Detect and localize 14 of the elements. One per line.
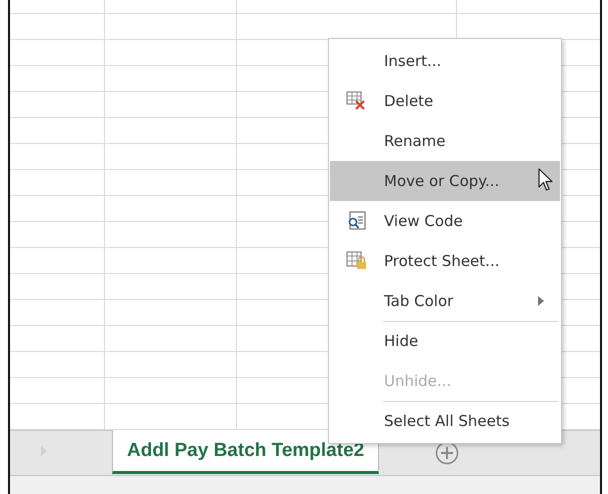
menu-item[interactable]: Move or Copy... xyxy=(330,161,560,201)
menu-item[interactable]: Protect Sheet... xyxy=(330,241,560,281)
sheet-tab[interactable]: Addl Pay Batch Template2 xyxy=(112,430,380,474)
protect-sheet-icon xyxy=(346,251,368,271)
mouse-pointer-icon xyxy=(538,168,554,192)
menu-item[interactable]: View Code xyxy=(330,201,560,241)
add-sheet-icon[interactable] xyxy=(435,441,460,465)
submenu-arrow-icon xyxy=(538,296,544,306)
menu-item[interactable]: Delete xyxy=(330,81,560,121)
view-code-icon xyxy=(347,211,367,231)
menu-item[interactable]: Tab Color xyxy=(330,281,560,321)
menu-item[interactable]: Rename xyxy=(330,121,560,161)
menu-item[interactable]: Insert... xyxy=(330,41,560,81)
delete-sheet-icon xyxy=(346,91,368,111)
